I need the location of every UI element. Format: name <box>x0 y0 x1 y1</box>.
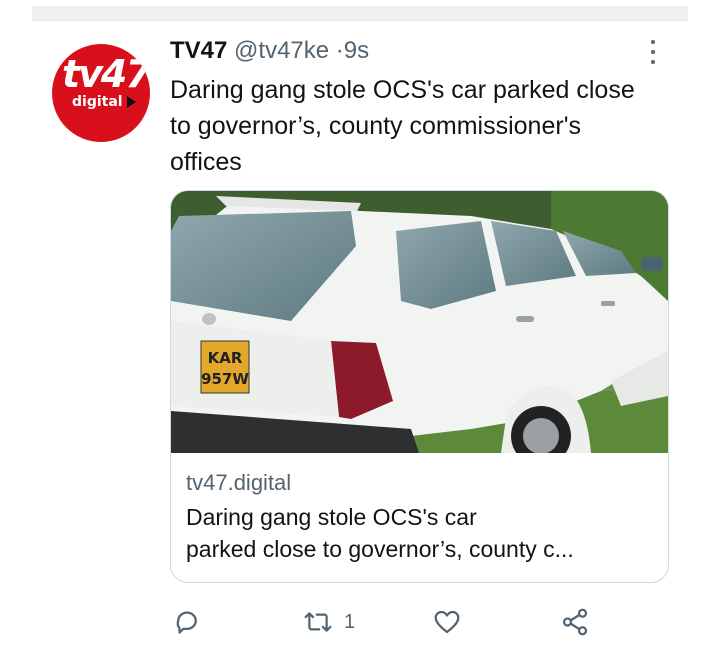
tweet-header: TV47 @tv47ke ·9s <box>170 36 369 66</box>
share-button[interactable] <box>560 604 590 640</box>
card-title: Daring gang stole OCS's car parked close… <box>186 501 656 565</box>
link-card[interactable]: KAR 957W tv47.digital Daring gang stole … <box>170 190 669 583</box>
card-domain: tv47.digital <box>186 470 292 495</box>
top-divider <box>32 6 688 21</box>
share-icon <box>562 608 588 636</box>
retweet-count: 1 <box>344 610 356 633</box>
author-handle[interactable]: @tv47ke <box>234 37 329 64</box>
timestamp[interactable]: 9s <box>344 37 369 64</box>
card-title-line2: parked close to governor’s, county c... <box>186 536 574 562</box>
more-options-icon[interactable] <box>646 40 660 64</box>
reply-icon <box>176 611 197 634</box>
reply-button[interactable] <box>172 604 202 640</box>
retweet-icon <box>304 612 332 632</box>
heart-icon <box>434 610 460 634</box>
avatar-subtitle: digital <box>72 94 123 110</box>
author-name[interactable]: TV47 <box>170 37 227 64</box>
avatar[interactable]: tv47 digital <box>52 44 150 142</box>
tweet-text: Daring gang stole OCS's car parked close… <box>170 76 635 176</box>
retweet-button[interactable]: 1 <box>302 604 355 640</box>
action-bar: 1 <box>0 604 720 640</box>
plate-line2: 957W <box>201 370 249 388</box>
card-title-line1: Daring gang stole OCS's car <box>186 504 477 530</box>
play-icon <box>127 96 136 108</box>
like-button[interactable] <box>432 604 462 640</box>
plate-line1: KAR <box>208 349 243 367</box>
separator-dot: · <box>335 37 344 64</box>
avatar-logo: tv47 <box>62 52 150 96</box>
card-image: KAR 957W <box>171 191 668 453</box>
